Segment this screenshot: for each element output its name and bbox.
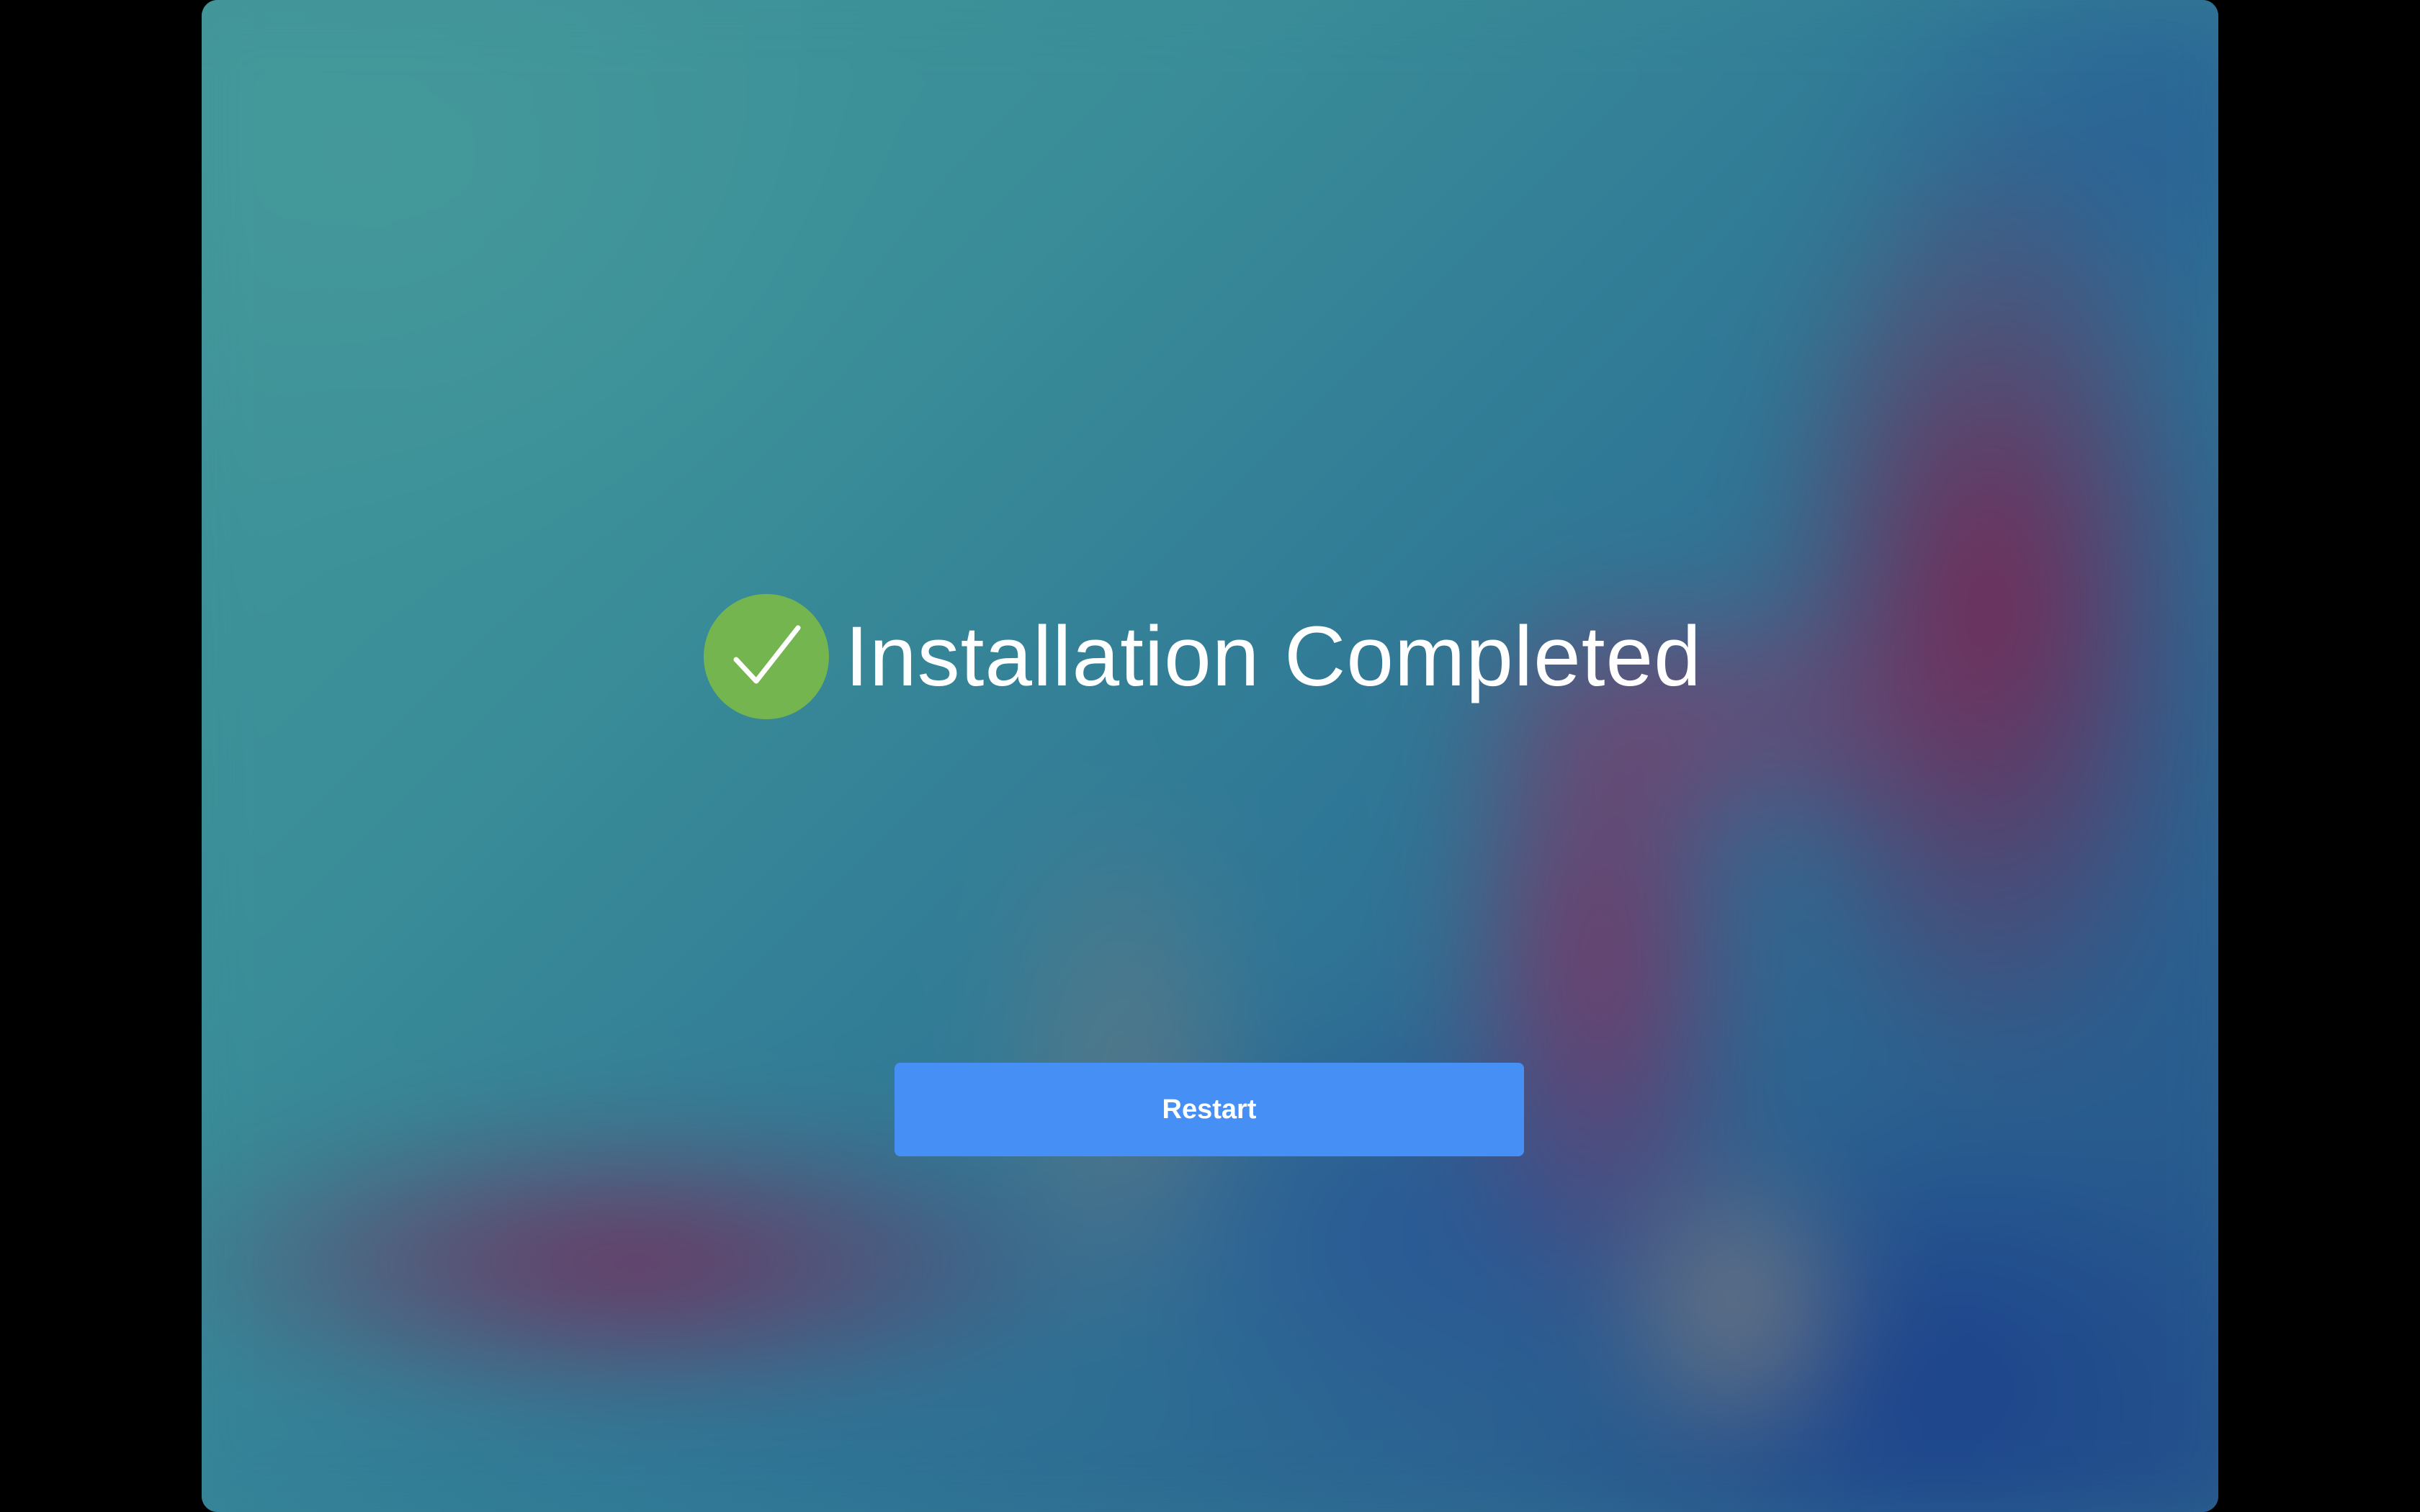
restart-button[interactable]: Restart [895, 1063, 1524, 1156]
checkmark-icon [733, 625, 801, 684]
completion-header: Installation Completed [202, 593, 2218, 720]
check-circle-icon [704, 594, 830, 719]
completion-panel: Installation Completed Restart [202, 0, 2218, 1512]
page-title: Installation Completed [845, 609, 1702, 704]
installer-window: Installation Completed Restart [202, 0, 2218, 1512]
screen: Installation Completed Restart [0, 0, 2420, 1512]
